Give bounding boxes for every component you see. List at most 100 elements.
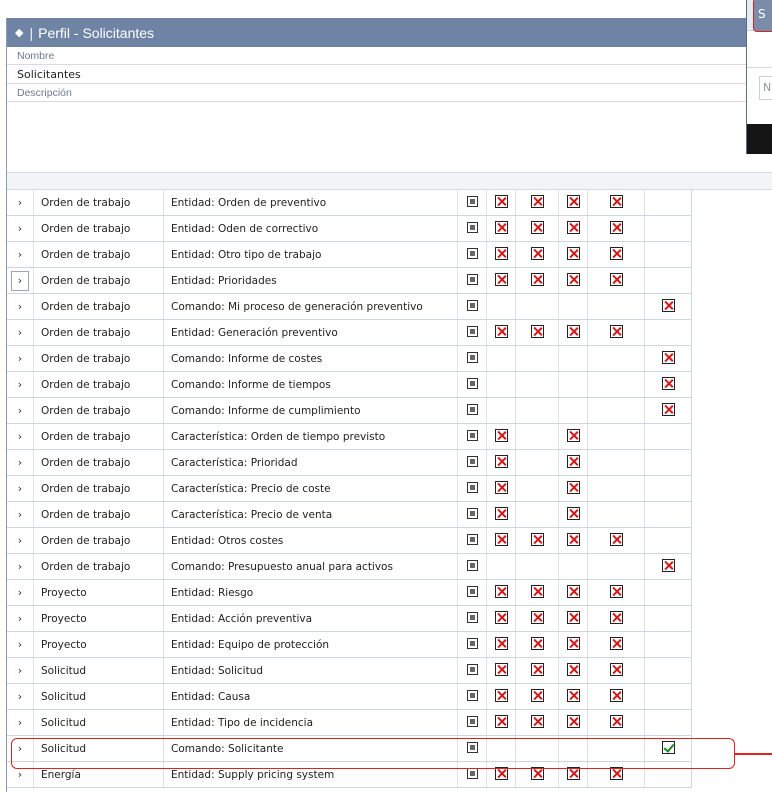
table-row[interactable]: › Energía Entidad: Supply pricing system [7, 761, 692, 788]
table-row[interactable]: › Orden de trabajo Entidad: Orden de preve… [7, 190, 692, 216]
permission-cell-create[interactable] [486, 527, 516, 554]
table-row[interactable]: › Solicitud Comando: Solicitante [7, 735, 692, 762]
deny-checkbox-icon[interactable] [566, 246, 580, 260]
deny-checkbox-icon[interactable] [566, 272, 580, 286]
chevron-right-icon[interactable]: › [18, 716, 22, 729]
table-row[interactable]: › Orden de trabajo Comando: Informe de cos… [7, 345, 692, 372]
deny-checkbox-icon[interactable] [530, 766, 544, 780]
description-field[interactable] [7, 101, 772, 173]
permission-cell-edit[interactable] [515, 475, 559, 502]
deny-checkbox-icon[interactable] [530, 662, 544, 676]
row-expand-cell[interactable]: › [7, 423, 34, 450]
chevron-right-icon[interactable]: › [18, 664, 22, 677]
table-row[interactable]: › Orden de trabajo Comando: Presupuesto an… [7, 553, 692, 580]
permission-cell-execute[interactable] [644, 241, 692, 268]
permission-cell-create[interactable] [486, 449, 516, 476]
chevron-right-icon[interactable]: › [18, 352, 22, 365]
chevron-right-icon[interactable]: › [18, 482, 22, 495]
deny-checkbox-icon[interactable] [494, 662, 508, 676]
partial-checkbox-icon[interactable] [466, 507, 478, 519]
permission-cell-create[interactable] [486, 215, 516, 242]
permission-cell-create[interactable] [486, 319, 516, 346]
deny-checkbox-icon[interactable] [530, 272, 544, 286]
permission-cell-create[interactable] [486, 475, 516, 502]
permission-cell-edit[interactable] [515, 293, 559, 320]
permission-cell-execute[interactable] [644, 319, 692, 346]
row-expand-cell[interactable]: › [7, 605, 34, 632]
permission-cell-view[interactable] [457, 293, 487, 320]
permission-cell-export[interactable] [587, 579, 645, 606]
deny-checkbox-icon[interactable] [609, 532, 623, 546]
chevron-right-icon[interactable]: › [18, 690, 22, 703]
row-expand-cell[interactable]: › [7, 319, 34, 346]
permission-cell-edit[interactable] [515, 683, 559, 710]
deny-checkbox-icon[interactable] [530, 194, 544, 208]
permission-cell-delete[interactable] [558, 267, 588, 294]
partial-checkbox-icon[interactable] [466, 637, 478, 649]
permission-cell-create[interactable] [486, 501, 516, 528]
permission-cell-edit[interactable] [515, 527, 559, 554]
permission-cell-execute[interactable] [644, 267, 692, 294]
permission-cell-delete[interactable] [558, 501, 588, 528]
row-expand-cell[interactable]: › [7, 683, 34, 710]
deny-checkbox-icon[interactable] [494, 480, 508, 494]
row-expand-cell[interactable]: › [7, 631, 34, 658]
permission-cell-view[interactable] [457, 215, 487, 242]
permission-cell-execute[interactable] [644, 631, 692, 658]
row-expand-cell[interactable]: › [7, 293, 34, 320]
permission-cell-execute[interactable] [644, 293, 692, 320]
permission-cell-delete[interactable] [558, 605, 588, 632]
permission-cell-view[interactable] [457, 449, 487, 476]
deny-checkbox-icon[interactable] [494, 194, 508, 208]
table-row[interactable]: › Orden de trabajo Característica: Precio … [7, 501, 692, 528]
partial-checkbox-icon[interactable] [466, 195, 478, 207]
permission-cell-create[interactable] [486, 631, 516, 658]
permission-cell-create[interactable] [486, 397, 516, 424]
permission-cell-delete[interactable] [558, 735, 588, 762]
permission-cell-export[interactable] [587, 190, 645, 216]
collapse-eye-icon[interactable]: ◆ [15, 26, 23, 39]
chevron-right-icon[interactable]: › [18, 586, 22, 599]
row-expand-cell[interactable]: › [7, 475, 34, 502]
permission-cell-view[interactable] [457, 605, 487, 632]
permission-cell-delete[interactable] [558, 709, 588, 736]
partial-checkbox-icon[interactable] [466, 429, 478, 441]
permission-cell-execute[interactable] [644, 735, 692, 762]
deny-checkbox-icon[interactable] [494, 272, 508, 286]
table-row[interactable]: › Orden de trabajo Entidad: Otros costes [7, 527, 692, 554]
permission-cell-create[interactable] [486, 241, 516, 268]
permission-cell-edit[interactable] [515, 215, 559, 242]
permission-cell-create[interactable] [486, 267, 516, 294]
permission-cell-view[interactable] [457, 190, 487, 216]
permission-cell-delete[interactable] [558, 190, 588, 216]
permission-cell-create[interactable] [486, 423, 516, 450]
permission-cell-export[interactable] [587, 423, 645, 450]
permission-cell-delete[interactable] [558, 631, 588, 658]
deny-checkbox-icon[interactable] [530, 688, 544, 702]
overlay-name-field[interactable]: N [759, 76, 772, 100]
chevron-right-icon[interactable]: › [18, 378, 22, 391]
permission-cell-view[interactable] [457, 683, 487, 710]
permission-cell-delete[interactable] [558, 761, 588, 788]
deny-checkbox-icon[interactable] [609, 584, 623, 598]
table-row[interactable]: › Solicitud Entidad: Solicitud [7, 657, 692, 684]
deny-checkbox-icon[interactable] [609, 194, 623, 208]
partial-checkbox-icon[interactable] [466, 273, 478, 285]
permission-cell-execute[interactable] [644, 761, 692, 788]
row-expand-cell[interactable]: › [7, 501, 34, 528]
permission-cell-edit[interactable] [515, 761, 559, 788]
table-row[interactable]: › Orden de trabajo Entidad: Otro tipo de t… [7, 241, 692, 268]
row-expand-cell[interactable]: › [7, 657, 34, 684]
permission-cell-execute[interactable] [644, 190, 692, 216]
deny-checkbox-icon[interactable] [530, 324, 544, 338]
permission-cell-view[interactable] [457, 709, 487, 736]
partial-checkbox-icon[interactable] [466, 221, 478, 233]
permission-cell-export[interactable] [587, 657, 645, 684]
permission-cell-delete[interactable] [558, 423, 588, 450]
deny-checkbox-icon[interactable] [609, 272, 623, 286]
permission-cell-export[interactable] [587, 761, 645, 788]
deny-checkbox-icon[interactable] [494, 714, 508, 728]
deny-checkbox-icon[interactable] [609, 688, 623, 702]
permission-cell-view[interactable] [457, 631, 487, 658]
permission-cell-export[interactable] [587, 501, 645, 528]
